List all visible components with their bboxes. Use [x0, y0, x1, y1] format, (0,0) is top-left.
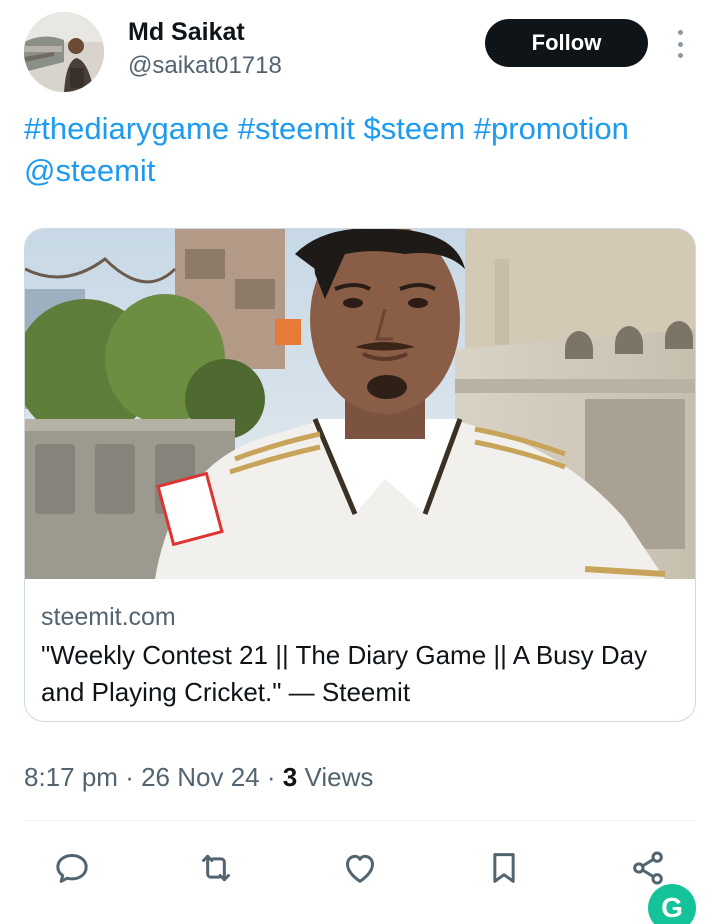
- link-preview-card[interactable]: steemit.com "Weekly Contest 21 || The Di…: [24, 228, 696, 722]
- retweet-icon[interactable]: [194, 846, 238, 890]
- views-count: 3: [282, 762, 298, 792]
- views-label: Views: [304, 762, 374, 792]
- tweet-text: #thediarygame #steemit $steem #promotion…: [24, 108, 704, 192]
- action-bar: [0, 838, 720, 902]
- avatar[interactable]: [24, 12, 104, 92]
- photo-of-man-in-white-polo-shirt-icon: [25, 229, 695, 579]
- grammarly-icon[interactable]: G: [648, 884, 696, 924]
- tweet-time[interactable]: 8:17 pm: [24, 762, 118, 792]
- bookmark-icon[interactable]: [482, 846, 526, 890]
- divider: [24, 820, 696, 821]
- separator: ·: [125, 762, 134, 792]
- cashtag-link[interactable]: $steem: [364, 111, 466, 146]
- retweet-glyph: [202, 854, 230, 882]
- hashtag-link[interactable]: #steemit: [238, 111, 355, 146]
- card-meta: steemit.com "Weekly Contest 21 || The Di…: [25, 579, 695, 721]
- like-icon[interactable]: [338, 846, 382, 890]
- tweet-header: Md Saikat @saikat01718 Follow: [0, 0, 720, 100]
- card-image[interactable]: [25, 229, 695, 579]
- hashtag-link[interactable]: #promotion: [474, 111, 629, 146]
- hashtag-link[interactable]: #thediarygame: [24, 111, 229, 146]
- separator: ·: [266, 762, 276, 792]
- author-handle[interactable]: @saikat01718: [128, 52, 282, 80]
- more-options-icon[interactable]: [668, 28, 692, 60]
- reply-glyph: [56, 854, 88, 883]
- more-dot: [677, 41, 683, 47]
- card-domain: steemit.com: [41, 603, 176, 631]
- follow-button[interactable]: Follow: [485, 19, 648, 67]
- tweet-timestamp: 8:17 pm · 26 Nov 24 · 3 Views: [24, 762, 373, 793]
- more-dot: [677, 53, 683, 58]
- tweet-date[interactable]: 26 Nov 24: [141, 762, 260, 792]
- mention-link[interactable]: @steemit: [24, 153, 155, 188]
- reply-icon[interactable]: [50, 846, 94, 890]
- card-title: "Weekly Contest 21 || The Diary Game || …: [41, 640, 648, 707]
- share-glyph: [633, 851, 663, 885]
- bookmark-glyph: [493, 853, 515, 883]
- more-dot: [677, 30, 683, 35]
- author-name[interactable]: Md Saikat: [128, 18, 245, 47]
- share-icon[interactable]: [626, 846, 670, 890]
- like-glyph: [346, 854, 374, 883]
- avatar-photo: [24, 12, 104, 92]
